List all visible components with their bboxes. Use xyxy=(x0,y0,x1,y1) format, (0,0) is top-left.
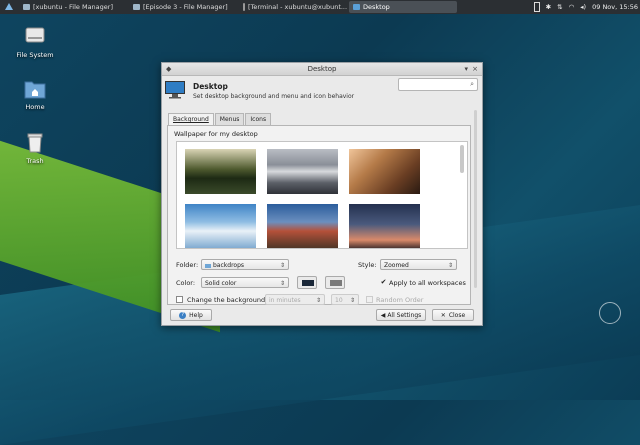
interval-spinbox[interactable]: 10 ⇕ xyxy=(331,294,359,305)
monitor-icon xyxy=(353,4,360,10)
folder-icon xyxy=(205,263,211,268)
tab-bar: Background Menus Icons xyxy=(168,113,272,125)
power-ring-icon xyxy=(599,302,621,324)
primary-color-button[interactable] xyxy=(297,276,317,289)
back-arrow-icon: ◀ xyxy=(380,312,386,319)
secondary-color-button[interactable] xyxy=(325,276,345,289)
volume-icon[interactable]: ◂) xyxy=(580,3,586,11)
dialog-scrollbar[interactable] xyxy=(473,108,478,293)
secondary-color-swatch xyxy=(330,280,342,286)
tab-menus[interactable]: Menus xyxy=(214,113,245,125)
wallpaper-thumbnail-hands[interactable] xyxy=(349,149,420,194)
clock[interactable]: 09 Nov, 15:56 xyxy=(592,3,638,11)
wallpaper-thumbnail-temple[interactable] xyxy=(185,149,256,194)
wallpaper-section-label: Wallpaper for my desktop xyxy=(174,130,258,138)
desktop-icon-home[interactable]: Home xyxy=(13,76,57,111)
style-label: Style: xyxy=(358,261,377,269)
desktop-icon-trash[interactable]: Trash xyxy=(13,130,57,165)
tab-background[interactable]: Background xyxy=(168,113,214,125)
color-mode-select[interactable]: Solid color ⇕ xyxy=(201,277,289,288)
folder-home-icon xyxy=(24,76,46,100)
apply-all-workspaces-checkbox[interactable]: ✔ xyxy=(380,279,387,286)
taskbar-item-file-manager-xubuntu[interactable]: [xubuntu - File Manager] xyxy=(19,1,127,13)
change-background-label: Change the background xyxy=(187,296,266,304)
header-title: Desktop xyxy=(193,82,228,91)
search-input[interactable]: ⌕ xyxy=(398,78,478,91)
wallpaper-scrollbar[interactable] xyxy=(460,145,464,173)
style-select[interactable]: Zoomed ⇕ xyxy=(380,259,457,270)
primary-color-swatch xyxy=(302,280,314,286)
wallpaper-thumbnail-rocks[interactable] xyxy=(267,204,338,248)
dialog-scrollbar-track[interactable] xyxy=(474,110,477,288)
bluetooth-icon[interactable]: ✱ xyxy=(546,3,551,11)
folder-icon xyxy=(23,4,30,10)
tab-content-background: Wallpaper for my desktop Folder: backdro… xyxy=(167,125,471,305)
system-tray: ✱ ⇅ ◠ ◂) 09 Nov, 15:56 xyxy=(533,0,638,14)
minimize-icon[interactable]: ▾ xyxy=(464,63,468,75)
help-button[interactable]: ? Help xyxy=(170,309,212,321)
all-settings-button[interactable]: ◀ All Settings xyxy=(376,309,426,321)
trash-icon xyxy=(25,130,45,154)
chevron-updown-icon: ⇕ xyxy=(447,262,453,269)
folder-label: Folder: xyxy=(176,261,199,269)
battery-icon[interactable] xyxy=(533,2,540,12)
random-order-checkbox[interactable] xyxy=(366,296,373,303)
interval-unit-select[interactable]: in minutes ⇕ xyxy=(265,294,325,305)
top-panel: [xubuntu - File Manager] [Episode 3 - Fi… xyxy=(0,0,640,14)
window-title: Desktop xyxy=(307,65,337,73)
window-menu-icon[interactable]: ◆ xyxy=(166,63,171,75)
chevron-updown-icon: ⇕ xyxy=(279,280,285,287)
desktop-icon-file-system[interactable]: File System xyxy=(13,22,57,59)
spin-arrows-icon: ⇕ xyxy=(349,297,355,304)
window-titlebar[interactable]: Desktop ◆ ▾ × xyxy=(162,63,482,76)
wallpaper-grid xyxy=(176,141,468,249)
tab-icons[interactable]: Icons xyxy=(245,113,272,125)
wallpaper-thumbnail-tree[interactable] xyxy=(349,204,420,248)
header-subtitle: Set desktop background and menu and icon… xyxy=(193,93,355,100)
help-icon: ? xyxy=(179,312,187,319)
xubuntu-menu-icon[interactable] xyxy=(4,2,14,12)
chevron-updown-icon: ⇕ xyxy=(279,262,285,269)
wifi-icon[interactable]: ◠ xyxy=(569,3,575,11)
terminal-icon xyxy=(243,3,245,11)
folder-select[interactable]: backdrops ⇕ xyxy=(201,259,289,270)
taskbar-item-file-manager-episode[interactable]: [Episode 3 - File Manager] xyxy=(129,1,237,13)
search-icon: ⌕ xyxy=(470,80,474,88)
desktop-settings-dialog: Desktop ◆ ▾ × Desktop Set desktop backgr… xyxy=(161,62,483,326)
close-icon[interactable]: × xyxy=(472,63,478,75)
folder-icon xyxy=(133,4,140,10)
drive-icon xyxy=(24,22,46,48)
close-icon: ✕ xyxy=(440,312,446,319)
monitor-icon xyxy=(165,81,185,99)
random-order-label: Random Order xyxy=(376,296,424,304)
taskbar-item-desktop[interactable]: Desktop xyxy=(349,1,457,13)
change-background-checkbox[interactable] xyxy=(176,296,183,303)
apply-all-workspaces-label: Apply to all workspaces xyxy=(389,279,466,287)
close-button[interactable]: ✕ Close xyxy=(432,309,474,321)
chevron-updown-icon: ⇕ xyxy=(315,297,321,304)
network-icon[interactable]: ⇅ xyxy=(557,3,562,11)
wallpaper-thumbnail-mountain[interactable] xyxy=(267,149,338,194)
color-label: Color: xyxy=(176,279,196,287)
taskbar-item-terminal[interactable]: [Terminal - xubuntu@xubunt... xyxy=(239,1,347,13)
wallpaper-thumbnail-clouds[interactable] xyxy=(185,204,256,248)
